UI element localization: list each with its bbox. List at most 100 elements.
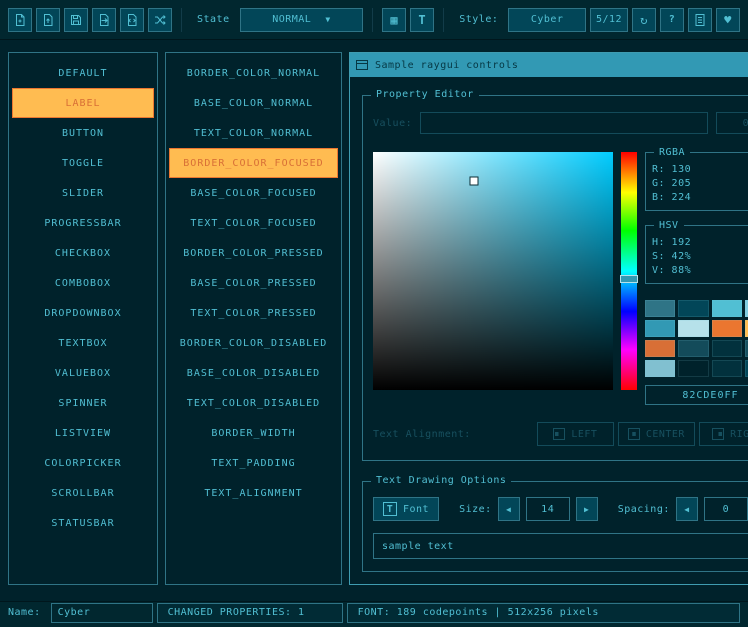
color-picker: RGBA R: 130 G: 205 B: 224 HSV H: 192 S: … <box>373 152 748 405</box>
save-style-button[interactable] <box>64 8 88 32</box>
state-dropdown-value: NORMAL <box>272 14 311 25</box>
font-button-label: Font <box>403 504 429 515</box>
export-code-icon <box>125 13 139 27</box>
prop-item-base-color-pressed[interactable]: BASE_COLOR_PRESSED <box>169 268 338 298</box>
saturation-value-panel[interactable] <box>373 152 613 390</box>
list-item-dropdownbox[interactable]: DROPDOWNBOX <box>12 298 154 328</box>
value-spinner[interactable]: 0 <box>716 112 748 134</box>
palette-swatch[interactable] <box>678 320 708 337</box>
prop-item-text-alignment[interactable]: TEXT_ALIGNMENT <box>169 478 338 508</box>
style-name-label: Name: <box>8 607 47 618</box>
toolbar-separator <box>443 8 444 32</box>
list-item-statusbar[interactable]: STATUSBAR <box>12 508 154 538</box>
prop-item-base-color-focused[interactable]: BASE_COLOR_FOCUSED <box>169 178 338 208</box>
export-file-icon <box>97 13 111 27</box>
about-button[interactable] <box>688 8 712 32</box>
palette-swatch[interactable] <box>678 340 708 357</box>
grid-toggle-button[interactable]: ▦ <box>382 8 406 32</box>
palette-swatch[interactable] <box>678 360 708 377</box>
style-dropdown[interactable]: Cyber <box>508 8 586 32</box>
align-left-label: LEFT <box>571 429 597 440</box>
list-item-checkbox[interactable]: CHECKBOX <box>12 238 154 268</box>
export-style-button[interactable] <box>92 8 116 32</box>
palette-swatch[interactable] <box>678 300 708 317</box>
palette-swatch[interactable] <box>712 340 742 357</box>
window-body: Property Editor Value: 0 <box>350 77 748 584</box>
font-t-icon: T <box>383 502 397 516</box>
list-item-colorpicker[interactable]: COLORPICKER <box>12 448 154 478</box>
grid-icon: ▦ <box>390 13 398 27</box>
palette-swatch[interactable] <box>712 360 742 377</box>
palette-swatch[interactable] <box>712 300 742 317</box>
list-item-default[interactable]: DEFAULT <box>12 58 154 88</box>
reload-icon: ↻ <box>640 13 648 27</box>
size-increment-button[interactable]: ▶ <box>576 497 598 521</box>
list-item-listview[interactable]: LISTVIEW <box>12 418 154 448</box>
prop-item-text-color-disabled[interactable]: TEXT_COLOR_DISABLED <box>169 388 338 418</box>
randomize-style-button[interactable] <box>148 8 172 32</box>
export-code-button[interactable] <box>120 8 144 32</box>
hue-slider-handle[interactable] <box>620 275 638 283</box>
font-info-status: FONT: 189 codepoints | 512x256 pixels <box>347 603 740 623</box>
align-center-button[interactable]: CENTER <box>618 422 695 446</box>
palette-swatch[interactable] <box>645 360 675 377</box>
list-item-progressbar[interactable]: PROGRESSBAR <box>12 208 154 238</box>
hex-color-input[interactable]: 82CDE0FF <box>645 385 748 405</box>
size-decrement-button[interactable]: ◀ <box>498 497 520 521</box>
new-style-button[interactable] <box>8 8 32 32</box>
prop-item-base-color-disabled[interactable]: BASE_COLOR_DISABLED <box>169 358 338 388</box>
palette-swatch[interactable] <box>712 320 742 337</box>
help-button[interactable]: ? <box>660 8 684 32</box>
style-name-input[interactable]: Cyber <box>51 603 153 623</box>
list-item-toggle[interactable]: TOGGLE <box>12 148 154 178</box>
open-style-button[interactable] <box>36 8 60 32</box>
list-item-scrollbar[interactable]: SCROLLBAR <box>12 478 154 508</box>
text-icon: T <box>418 13 426 27</box>
list-item-combobox[interactable]: COMBOBOX <box>12 268 154 298</box>
rguistyler-app: State NORMAL ▼ ▦ T Style: Cyber 5/12 ↻ ? <box>0 0 748 610</box>
palette-swatch[interactable] <box>645 340 675 357</box>
help-icon: ? <box>669 14 676 25</box>
style-counter-button[interactable]: 5/12 <box>590 8 628 32</box>
size-value[interactable]: 14 <box>526 497 570 521</box>
list-item-label[interactable]: LABEL <box>12 88 154 118</box>
prop-item-border-width[interactable]: BORDER_WIDTH <box>169 418 338 448</box>
hsv-group: HSV H: 192 S: 42% V: 88% <box>645 225 748 284</box>
prop-item-text-padding[interactable]: TEXT_PADDING <box>169 448 338 478</box>
list-item-spinner[interactable]: SPINNER <box>12 388 154 418</box>
font-atlas-button[interactable]: T <box>410 8 434 32</box>
palette-swatch[interactable] <box>645 300 675 317</box>
hsv-title: HSV <box>654 219 684 233</box>
align-center-label: CENTER <box>646 429 685 440</box>
font-button[interactable]: T Font <box>373 497 439 521</box>
prop-item-text-color-normal[interactable]: TEXT_COLOR_NORMAL <box>169 118 338 148</box>
sv-cursor <box>469 176 478 185</box>
window-titlebar[interactable]: Sample raygui controls × <box>350 53 748 77</box>
list-item-slider[interactable]: SLIDER <box>12 178 154 208</box>
hsv-v-value: V: 88% <box>652 264 748 278</box>
list-item-textbox[interactable]: TEXTBOX <box>12 328 154 358</box>
state-dropdown[interactable]: NORMAL ▼ <box>240 8 364 32</box>
prop-item-border-color-disabled[interactable]: BORDER_COLOR_DISABLED <box>169 328 338 358</box>
value-input[interactable] <box>420 112 708 134</box>
align-right-button[interactable]: RIGHT <box>699 422 748 446</box>
list-item-valuebox[interactable]: VALUEBOX <box>12 358 154 388</box>
spacing-decrement-button[interactable]: ◀ <box>676 497 698 521</box>
prop-item-text-color-pressed[interactable]: TEXT_COLOR_PRESSED <box>169 298 338 328</box>
prop-item-border-color-focused[interactable]: BORDER_COLOR_FOCUSED <box>169 148 338 178</box>
prop-item-border-color-normal[interactable]: BORDER_COLOR_NORMAL <box>169 58 338 88</box>
spacing-value[interactable]: 0 <box>704 497 748 521</box>
align-left-button[interactable]: LEFT <box>537 422 614 446</box>
list-item-button[interactable]: BUTTON <box>12 118 154 148</box>
reload-style-button[interactable]: ↻ <box>632 8 656 32</box>
hue-bar[interactable] <box>621 152 637 390</box>
value-row: Value: 0 <box>373 112 748 134</box>
rgba-title: RGBA <box>654 146 690 160</box>
sample-text-input[interactable]: sample text <box>373 533 748 559</box>
style-label: Style: <box>453 14 504 25</box>
prop-item-text-color-focused[interactable]: TEXT_COLOR_FOCUSED <box>169 208 338 238</box>
prop-item-border-color-pressed[interactable]: BORDER_COLOR_PRESSED <box>169 238 338 268</box>
sponsor-button[interactable]: ♥ <box>716 8 740 32</box>
palette-swatch[interactable] <box>645 320 675 337</box>
prop-item-base-color-normal[interactable]: BASE_COLOR_NORMAL <box>169 88 338 118</box>
